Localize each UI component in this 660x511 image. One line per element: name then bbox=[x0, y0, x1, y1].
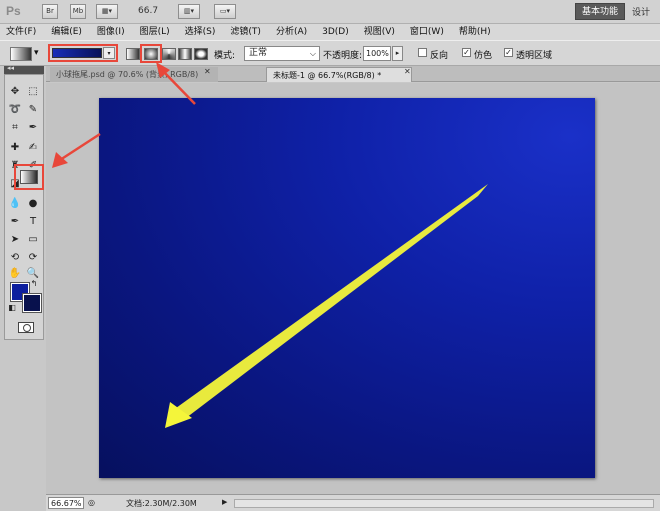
quick-mask-icon[interactable] bbox=[18, 322, 34, 333]
move-tool-icon[interactable]: ✥ bbox=[8, 85, 22, 99]
menu-view[interactable]: 视图(V) bbox=[364, 24, 395, 40]
gradient-swatch[interactable] bbox=[52, 48, 102, 58]
quick-selection-tool-icon[interactable]: ✎ bbox=[26, 103, 40, 117]
3d-rotate-tool-icon[interactable]: ⟲ bbox=[8, 251, 22, 265]
mode-label: 模式: bbox=[214, 51, 236, 61]
gradient-picker-highlight: ▾ bbox=[48, 44, 118, 62]
gradient-tool-icon[interactable] bbox=[20, 170, 38, 184]
photoshop-logo: Ps bbox=[6, 4, 21, 18]
diamond-gradient-icon[interactable] bbox=[194, 48, 208, 60]
default-colors-icon[interactable]: ◧ bbox=[7, 303, 17, 313]
tool-preset-picker[interactable] bbox=[10, 47, 32, 61]
menu-image[interactable]: 图像(I) bbox=[97, 24, 125, 40]
options-bar: ▾ ▾ 模式: 正常 ⌵ 不透明度: 100% ▸ 反向 ✓ 仿色 ✓ 透明区域 bbox=[0, 40, 660, 66]
horizontal-scrollbar[interactable] bbox=[234, 499, 654, 508]
screen-mode-button[interactable]: ▭▾ bbox=[214, 4, 236, 19]
mode-value: 正常 bbox=[249, 48, 268, 58]
radial-gradient-highlight bbox=[140, 44, 162, 63]
toolbox-collapse-bar[interactable]: ◂◂ bbox=[4, 64, 44, 74]
hand-tool-icon[interactable]: ✋ bbox=[8, 267, 22, 281]
swap-colors-icon[interactable]: ↰ bbox=[29, 279, 39, 289]
zoom-level[interactable]: 66.7 bbox=[138, 6, 158, 16]
status-zoom-field[interactable]: 66.67% bbox=[48, 497, 84, 509]
marquee-tool-icon[interactable]: ⬚ bbox=[26, 85, 40, 99]
menu-edit[interactable]: 编辑(E) bbox=[51, 24, 82, 40]
3d-orbit-tool-icon[interactable]: ⟳ bbox=[26, 251, 40, 265]
menu-help[interactable]: 帮助(H) bbox=[459, 24, 491, 40]
menu-bar: 文件(F) 编辑(E) 图像(I) 图层(L) 选择(S) 滤镜(T) 分析(A… bbox=[0, 24, 660, 40]
blur-tool-icon[interactable]: 💧 bbox=[8, 197, 22, 211]
menu-filter[interactable]: 滤镜(T) bbox=[230, 24, 261, 40]
workspace-essentials-button[interactable]: 基本功能 bbox=[575, 3, 625, 20]
reflected-gradient-icon[interactable] bbox=[178, 48, 192, 60]
view-extras-button[interactable]: ▦▾ bbox=[96, 4, 118, 19]
status-info-icon[interactable]: ◎ bbox=[88, 497, 98, 509]
shape-tool-icon[interactable]: ▭ bbox=[26, 233, 40, 247]
eyedropper-tool-icon[interactable]: ✒ bbox=[26, 121, 40, 135]
close-icon[interactable]: ✕ bbox=[404, 67, 411, 76]
toolbox: ✥ ⬚ ➰ ✎ ⌗ ✒ ✚ ✍ ♜ ✐ ◪ 💧 ● ✒ T ➤ ▭ ⟲ ⟳ ✋ … bbox=[4, 74, 44, 340]
background-color-swatch[interactable] bbox=[22, 293, 42, 313]
menu-window[interactable]: 窗口(W) bbox=[410, 24, 444, 40]
opacity-label: 不透明度: bbox=[323, 51, 363, 61]
crop-tool-icon[interactable]: ⌗ bbox=[8, 121, 22, 135]
type-tool-icon[interactable]: T bbox=[26, 215, 40, 229]
tab-document-2-label: 未标题-1 @ 66.7%(RGB/8) * bbox=[273, 71, 382, 80]
pen-tool-icon[interactable]: ✒ bbox=[8, 215, 22, 229]
document-canvas[interactable] bbox=[99, 98, 595, 478]
workspace-design-button[interactable]: 设计 bbox=[632, 5, 650, 18]
close-icon[interactable]: ✕ bbox=[204, 67, 211, 76]
menu-analysis[interactable]: 分析(A) bbox=[276, 24, 307, 40]
tab-document-1[interactable]: 小球拖尾.psd @ 70.6% (背景, RGB/8) bbox=[50, 67, 218, 82]
brush-tool-icon[interactable]: ✍ bbox=[26, 141, 40, 155]
healing-brush-tool-icon[interactable]: ✚ bbox=[8, 141, 22, 155]
dodge-tool-icon[interactable]: ● bbox=[26, 197, 40, 211]
gradient-tool-highlight bbox=[14, 164, 44, 190]
collapse-icon: ◂◂ bbox=[7, 64, 15, 72]
angle-gradient-icon[interactable] bbox=[162, 48, 176, 60]
document-tabs: 小球拖尾.psd @ 70.6% (背景, RGB/8) ✕ 未标题-1 @ 6… bbox=[46, 66, 660, 82]
mode-select[interactable]: 正常 ⌵ bbox=[244, 46, 320, 61]
dither-label: 仿色 bbox=[474, 51, 493, 61]
chevron-down-icon: ⌵ bbox=[309, 49, 316, 58]
reverse-label: 反向 bbox=[430, 51, 449, 61]
tab-document-1-label: 小球拖尾.psd @ 70.6% (背景, RGB/8) bbox=[56, 70, 199, 79]
opacity-input[interactable]: 100% bbox=[363, 46, 391, 61]
status-menu-arrow-icon[interactable]: ▶ bbox=[222, 498, 227, 506]
bridge-button[interactable]: Br bbox=[42, 4, 58, 19]
menu-3d[interactable]: 3D(D) bbox=[322, 24, 349, 40]
mini-bridge-button[interactable]: Mb bbox=[70, 4, 86, 19]
document-size-info: 文档:2.30M/2.30M bbox=[126, 499, 197, 508]
tab-document-2[interactable]: 未标题-1 @ 66.7%(RGB/8) * bbox=[266, 67, 412, 82]
menu-select[interactable]: 选择(S) bbox=[185, 24, 216, 40]
application-bar: Ps Br Mb ▦▾ 66.7 ▥▾ ▭▾ 基本功能 设计 bbox=[0, 0, 660, 24]
tool-preset-chevron-icon[interactable]: ▾ bbox=[34, 48, 39, 58]
arrange-documents-button[interactable]: ▥▾ bbox=[178, 4, 200, 19]
dither-checkbox[interactable]: ✓ bbox=[462, 48, 471, 57]
status-bar: 66.67% ◎ 文档:2.30M/2.30M ▶ bbox=[46, 494, 660, 511]
path-selection-tool-icon[interactable]: ➤ bbox=[8, 233, 22, 247]
linear-gradient-icon[interactable] bbox=[126, 48, 140, 60]
transparency-checkbox[interactable]: ✓ bbox=[504, 48, 513, 57]
reverse-checkbox[interactable] bbox=[418, 48, 427, 57]
transparency-label: 透明区域 bbox=[516, 51, 553, 61]
gradient-dropdown-icon[interactable]: ▾ bbox=[103, 47, 115, 59]
menu-layer[interactable]: 图层(L) bbox=[140, 24, 170, 40]
menu-file[interactable]: 文件(F) bbox=[6, 24, 36, 40]
opacity-slider-arrow-icon[interactable]: ▸ bbox=[392, 46, 403, 61]
lasso-tool-icon[interactable]: ➰ bbox=[8, 103, 22, 117]
